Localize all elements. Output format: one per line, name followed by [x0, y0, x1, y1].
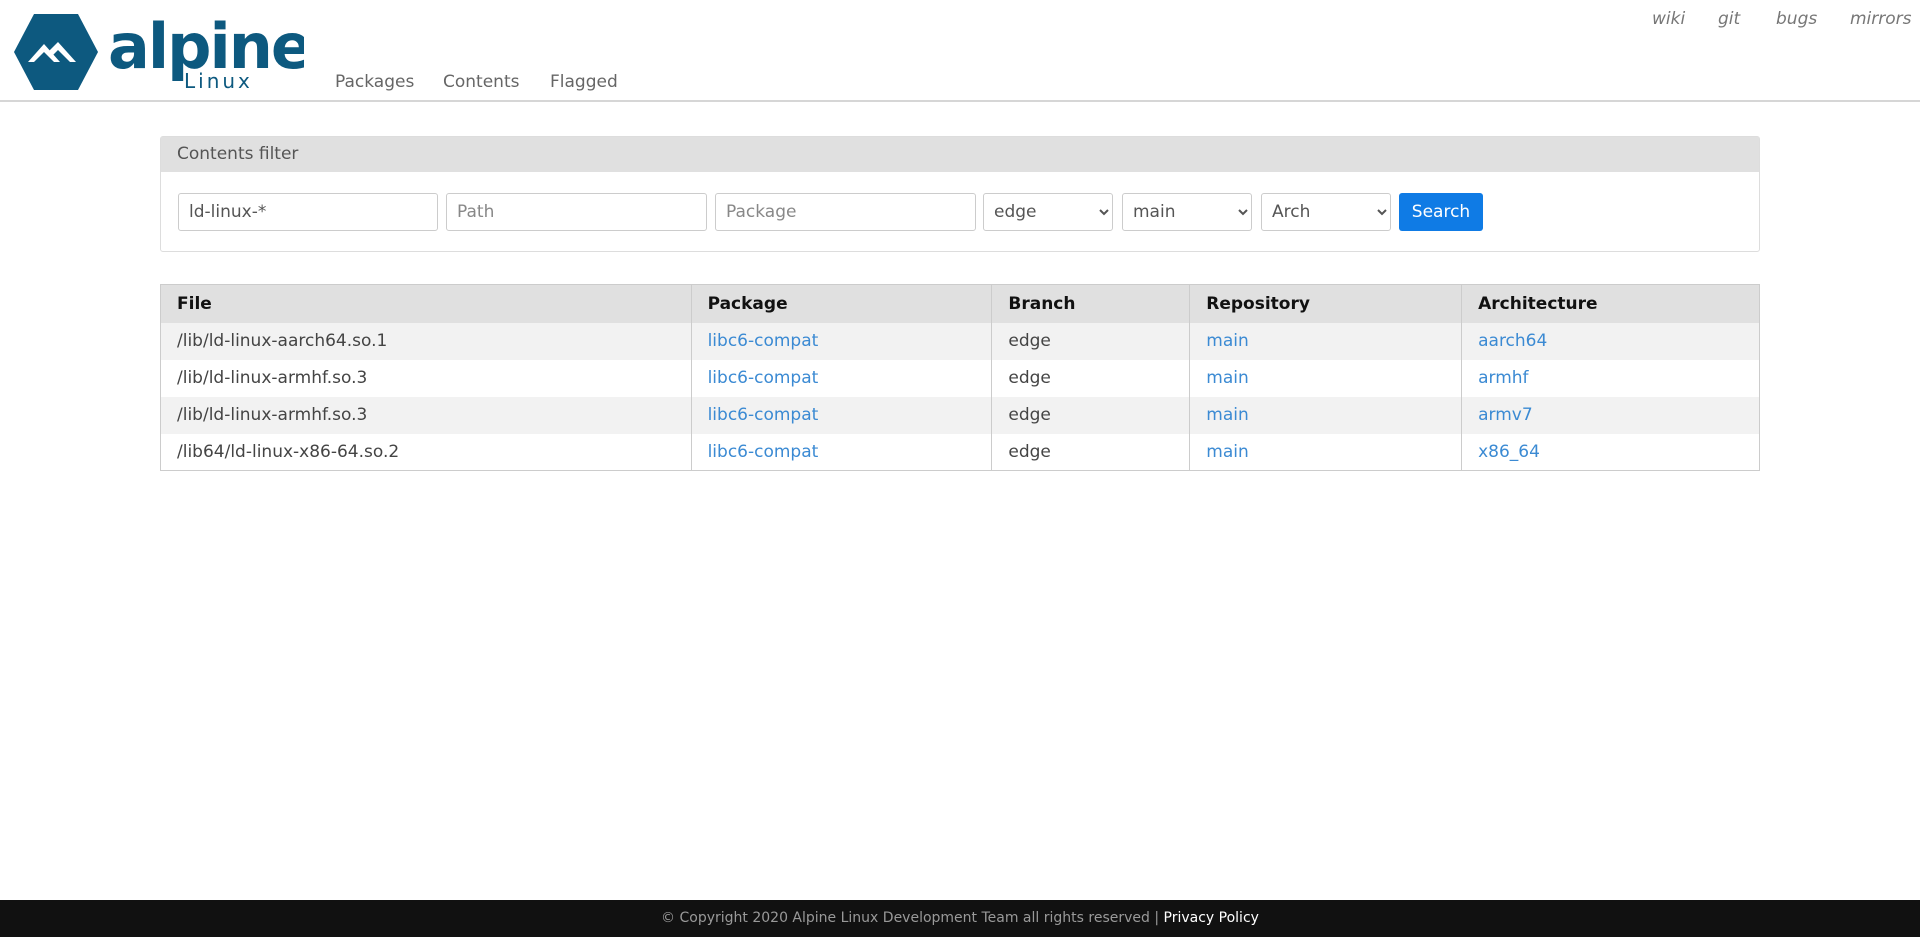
architecture-link[interactable]: aarch64: [1478, 331, 1547, 351]
alpine-logo[interactable]: alpine Linux: [14, 14, 304, 90]
header-branch: Branch: [991, 284, 1190, 323]
package-link[interactable]: libc6-compat: [708, 368, 819, 388]
cell-file: /lib/ld-linux-armhf.so.3: [177, 368, 368, 388]
cell-branch: edge: [991, 396, 1190, 434]
cell-architecture: armhf: [1461, 359, 1760, 397]
results-table: File Package Branch Repository Architect…: [160, 284, 1760, 471]
panel-title: Contents filter: [161, 137, 1759, 172]
cell-package: libc6-compat: [690, 359, 992, 397]
cell-architecture: armv7: [1461, 396, 1760, 434]
cell-architecture: x86_64: [1461, 433, 1760, 471]
nav-packages[interactable]: Packages: [335, 72, 414, 92]
repository-link[interactable]: main: [1206, 331, 1248, 351]
nav-flagged[interactable]: Flagged: [550, 72, 618, 92]
table-row: /lib/ld-linux-armhf.so.3 libc6-compat edge…: [161, 359, 1760, 397]
svg-text:Linux: Linux: [184, 69, 253, 90]
cell-package: libc6-compat: [690, 396, 992, 434]
cell-file: /lib/ld-linux-armhf.so.3: [160, 396, 692, 434]
repository-link[interactable]: main: [1206, 405, 1248, 425]
architecture-link[interactable]: x86_64: [1478, 442, 1540, 462]
header-package: Package: [690, 284, 992, 323]
table-row: /lib64/ld-linux-x86-64.so.2 libc6-compat e…: [161, 433, 1760, 471]
link-bugs[interactable]: bugs: [1776, 9, 1817, 29]
branch-select[interactable]: edge: [983, 193, 1113, 231]
package-link[interactable]: libc6-compat: [708, 405, 819, 425]
privacy-policy-link[interactable]: Privacy Policy: [1164, 910, 1259, 926]
repo-select[interactable]: main: [1122, 193, 1252, 231]
cell-repository: main: [1189, 322, 1462, 360]
search-button[interactable]: Search: [1399, 193, 1483, 231]
repository-link[interactable]: main: [1206, 368, 1248, 388]
cell-branch: edge: [991, 359, 1190, 397]
table-row: /lib/ld-linux-aarch64.so.1 libc6-compat ed…: [160, 322, 1760, 360]
cell-repository: main: [1189, 359, 1462, 397]
package-link[interactable]: libc6-compat: [708, 331, 819, 351]
cell-architecture: aarch64: [1461, 322, 1760, 360]
copyright: © Copyright 2020 Alpine Linux Developmen…: [661, 910, 1164, 926]
cell-file: /lib/ld-linux-aarch64.so.1: [160, 322, 692, 360]
path-input[interactable]: [446, 193, 707, 231]
cell-branch: edge: [991, 433, 1190, 471]
architecture-link[interactable]: armhf: [1478, 368, 1528, 388]
table-row: /lib/ld-linux-armhf.so.3 libc6-compat edge…: [160, 396, 1760, 434]
cell-branch: edge: [991, 322, 1190, 360]
footer: © Copyright 2020 Alpine Linux Developmen…: [0, 900, 1920, 937]
header-repository: Repository: [1189, 284, 1462, 323]
contents-filter-panel: Contents filter edge main Arch Search: [160, 136, 1760, 252]
package-link[interactable]: libc6-compat: [708, 442, 819, 462]
header-file: File: [160, 284, 692, 323]
architecture-link[interactable]: armv7: [1478, 405, 1533, 425]
link-git[interactable]: git: [1718, 9, 1740, 29]
cell-package: libc6-compat: [690, 433, 992, 471]
cell-repository: main: [1189, 396, 1462, 434]
file-input[interactable]: [178, 193, 438, 231]
cell-file: /lib64/ld-linux-x86-64.so.2: [177, 441, 400, 462]
cell-repository: main: [1189, 433, 1462, 471]
repository-link[interactable]: main: [1206, 442, 1248, 462]
link-mirrors[interactable]: mirrors: [1850, 9, 1912, 29]
link-wiki[interactable]: wiki: [1652, 9, 1685, 29]
header-architecture: Architecture: [1461, 284, 1760, 323]
arch-select[interactable]: Arch: [1261, 193, 1391, 231]
header: alpine Linux Packages Contents Flagged w…: [0, 0, 1920, 102]
package-input[interactable]: [715, 193, 976, 231]
cell-package: libc6-compat: [690, 322, 992, 360]
nav-contents[interactable]: Contents: [443, 72, 519, 92]
